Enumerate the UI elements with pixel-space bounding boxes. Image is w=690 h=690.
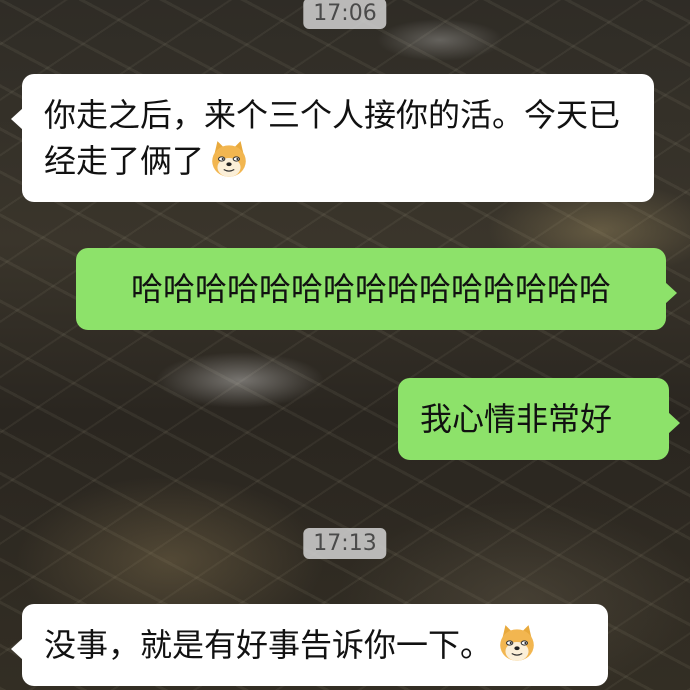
timestamp: 17:13: [303, 528, 387, 559]
message-text: 没事，就是有好事告诉你一下。: [44, 626, 493, 664]
message-bubble-received[interactable]: 没事，就是有好事告诉你一下。: [11, 604, 608, 686]
message-text: 哈哈哈哈哈哈哈哈哈哈哈哈哈哈哈: [130, 270, 611, 308]
message-text: 我心情非常好: [420, 400, 613, 438]
message-bubble-received[interactable]: 你走之后，来个三个人接你的活。今天已经走了俩了: [11, 74, 654, 202]
message-bubble-sent[interactable]: 我心情非常好: [398, 378, 680, 460]
message-text: 你走之后，来个三个人接你的活。今天已经走了俩了: [44, 96, 621, 180]
timestamp: 17:06: [303, 0, 387, 29]
doge-emoji-icon: [208, 138, 250, 180]
message-bubble-sent[interactable]: 哈哈哈哈哈哈哈哈哈哈哈哈哈哈哈: [76, 248, 677, 330]
doge-emoji-icon: [496, 622, 538, 664]
